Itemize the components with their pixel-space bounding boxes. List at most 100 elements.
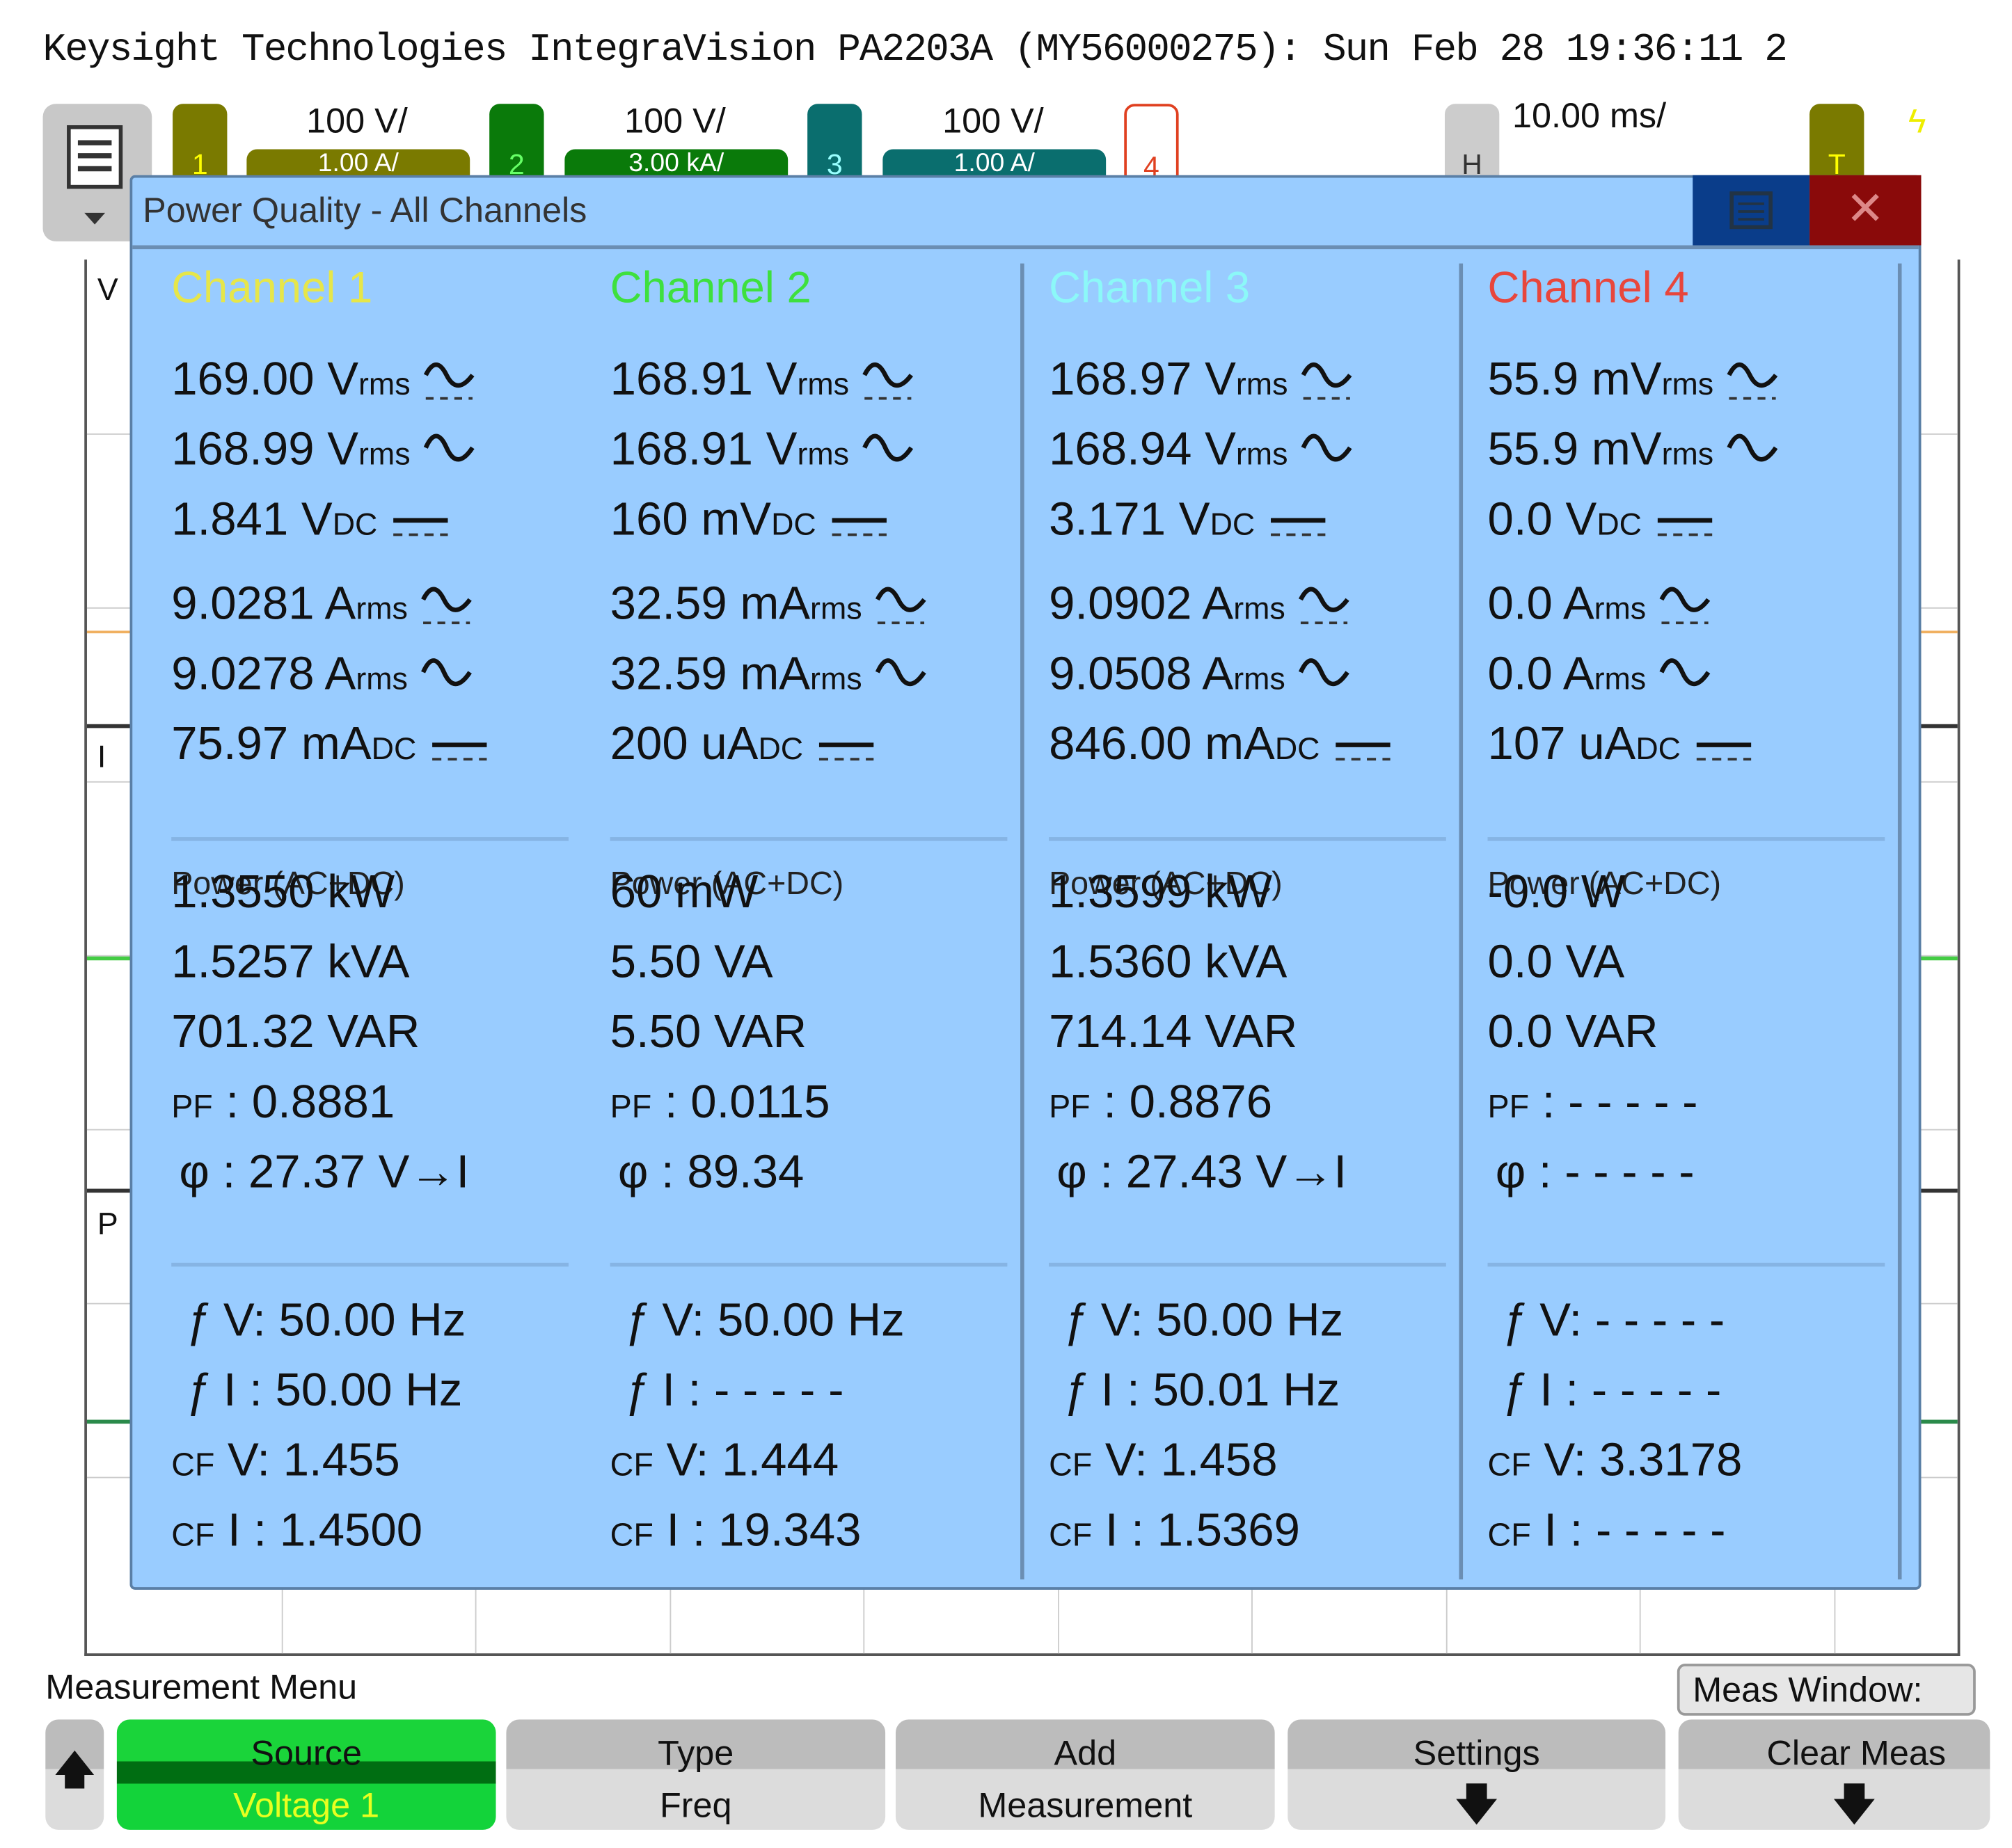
phase-value: - - - - -	[1565, 1145, 1695, 1198]
ac-dc-icon	[1727, 363, 1778, 401]
voltage-frequency-row: ƒ V: 50.00 Hz	[184, 1291, 466, 1348]
measurement-suffix: rms	[358, 367, 411, 403]
ac-dc-icon	[1301, 363, 1352, 401]
measurement-value: 160 mV	[610, 491, 772, 545]
oscilloscope-screen: Keysight Technologies IntegraVision PA22…	[0, 0, 2012, 1848]
voltage-crest-factor-row: CF V: 3.3178	[1488, 1431, 1743, 1488]
ch2-voltage-scale[interactable]: 100 V/	[564, 101, 785, 141]
ac-dc-icon	[1659, 587, 1711, 626]
separator	[610, 1262, 1008, 1267]
measurement-row: 1.841 VDC	[171, 491, 452, 548]
measurement-suffix: rms	[1235, 367, 1288, 403]
measurement-row: 160 mVDC	[610, 491, 892, 548]
voltage-frequency-value: 50.00 Hz	[717, 1292, 905, 1346]
current-frequency-value: 50.01 Hz	[1152, 1362, 1340, 1416]
source-softkey[interactable]: Source Voltage 1	[116, 1719, 496, 1830]
fv-label: V:	[662, 1292, 705, 1346]
type-softkey[interactable]: Type Freq	[506, 1719, 886, 1830]
dialog-menu-button[interactable]	[1693, 175, 1810, 246]
voltage-frequency-row: ƒ V: 50.00 Hz	[1062, 1291, 1343, 1348]
measurement-suffix: rms	[1235, 437, 1288, 472]
phase-symbol: φ	[617, 1145, 649, 1198]
clear-meas-softkey[interactable]: Clear Meas 🡇	[1678, 1719, 1990, 1830]
cfi-label: I :	[228, 1502, 267, 1556]
channel-4-tab[interactable]: 4	[1124, 104, 1179, 183]
meas-window-button[interactable]: Meas Window:	[1677, 1664, 1976, 1716]
settings-label: Settings	[1413, 1733, 1540, 1773]
measurement-value: 55.9 mV	[1487, 351, 1662, 405]
cfv-label: V:	[666, 1433, 709, 1486]
dialog-title-bar[interactable]: Power Quality - All Channels ✕	[132, 175, 1922, 250]
current-crest-factor-row: CF I : 19.343	[610, 1502, 862, 1559]
column-divider	[1897, 263, 1902, 1579]
settings-softkey[interactable]: Settings 🡇	[1288, 1719, 1666, 1830]
separator	[610, 837, 1008, 841]
phase-row: φ : 27.43 V→I	[1056, 1145, 1347, 1198]
frequency-symbol: ƒ	[623, 1362, 649, 1416]
power-factor-row: PF : 0.0115	[610, 1074, 830, 1128]
phase-row: φ : - - - - -	[1495, 1145, 1695, 1198]
measurement-row: 9.0278 Arms	[171, 645, 475, 702]
power-value: -0.0 W	[1487, 864, 1626, 918]
measurement-value: 1.841 V	[171, 491, 333, 545]
measurement-row: 168.97 Vrms	[1049, 351, 1355, 408]
measurement-value: 168.91 V	[610, 351, 798, 405]
channel-2-tab[interactable]: 2	[489, 104, 544, 182]
frequency-symbol: ƒ	[1061, 1362, 1088, 1416]
frequency-symbol: ƒ	[1061, 1292, 1088, 1346]
measurement-suffix: DC	[1635, 731, 1681, 767]
add-measurement-softkey[interactable]: Add Measurement	[895, 1719, 1275, 1830]
channel-column-2: Channel 2 168.91 Vrms 168.91 Vrms 160 mVDC 3…	[571, 255, 1010, 1579]
current-frequency-value: - - - - -	[1591, 1362, 1722, 1416]
measurement-suffix: DC	[1274, 731, 1320, 767]
channel-1-tab[interactable]: 1	[173, 104, 228, 182]
horizontal-tab[interactable]: H	[1444, 104, 1500, 182]
phase-row: φ : 27.37 V→I	[179, 1145, 470, 1198]
measurement-suffix: rms	[358, 437, 411, 472]
measurement-value: 0.0 A	[1487, 576, 1594, 630]
voltage-frequency-row: ƒ V: - - - - -	[1500, 1291, 1725, 1348]
power-value: 1.5257 kVA	[171, 934, 410, 988]
close-icon: ✕	[1846, 182, 1885, 235]
power-factor-value: 0.0115	[690, 1074, 830, 1128]
dialog-title: Power Quality - All Channels	[143, 191, 587, 230]
voltage-frequency-value: 50.00 Hz	[278, 1292, 466, 1346]
add-label-2: Measurement	[978, 1785, 1193, 1825]
channel-name: Channel 3	[1049, 263, 1251, 313]
trigger-tab[interactable]: T	[1809, 104, 1864, 182]
cf-symbol: CF	[1487, 1517, 1531, 1554]
ac-dc-icon	[1299, 587, 1349, 626]
cf-symbol: CF	[1049, 1517, 1093, 1554]
measurement-value: 168.94 V	[1049, 422, 1236, 475]
measurement-value: 0.0 A	[1487, 646, 1594, 700]
arrow-down-icon: 🡇	[1454, 1781, 1500, 1830]
channel-3-tab[interactable]: 3	[807, 104, 862, 182]
dc-icon	[1270, 518, 1325, 537]
power-factor-row: PF : - - - - -	[1487, 1074, 1698, 1128]
measurement-row: 200 uADC	[610, 715, 879, 772]
separator	[1049, 1262, 1446, 1267]
channel-column-1: Channel 1 169.00 Vrms 168.99 Vrms 1.841 VDC…	[132, 255, 571, 1579]
measurement-row: 107 uADC	[1488, 715, 1757, 772]
measurement-value: 9.0902 A	[1049, 576, 1234, 630]
separator	[1487, 837, 1885, 841]
measurement-row: 9.0281 Arms	[171, 575, 475, 632]
ch1-voltage-scale[interactable]: 100 V/	[246, 101, 467, 141]
measurement-value: 9.0278 A	[171, 646, 356, 700]
cf-symbol: CF	[610, 1517, 653, 1554]
pf-label: PF	[171, 1088, 213, 1126]
menu-up-button[interactable]: 🡅	[45, 1719, 104, 1830]
ch3-voltage-scale[interactable]: 100 V/	[882, 101, 1103, 141]
power-factor-value: - - - - -	[1568, 1074, 1698, 1128]
power-value: 1.3599 kW	[1049, 864, 1273, 918]
time-scale[interactable]: 10.00 ms/	[1512, 96, 1733, 136]
measurement-suffix: rms	[1233, 662, 1285, 697]
close-button[interactable]: ✕	[1809, 175, 1922, 246]
measurement-value: 55.9 mV	[1487, 422, 1662, 475]
voltage-crest-factor-value: 1.458	[1160, 1433, 1278, 1486]
frequency-symbol: ƒ	[1500, 1292, 1527, 1346]
clear-label: Clear Meas	[1766, 1733, 1947, 1773]
cf-symbol: CF	[171, 1447, 215, 1483]
dc-icon	[393, 518, 448, 537]
measurement-suffix: DC	[1210, 507, 1255, 543]
